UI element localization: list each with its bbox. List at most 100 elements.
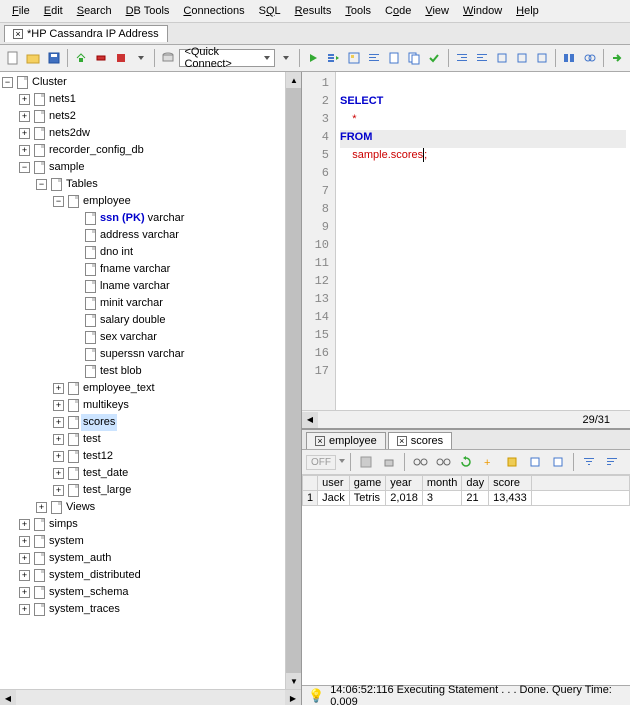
- group-icon[interactable]: [560, 48, 578, 68]
- expander-icon[interactable]: +: [19, 587, 30, 598]
- edit-row-icon[interactable]: [502, 452, 522, 472]
- tree-vscroll[interactable]: ▲ ▼: [285, 72, 301, 689]
- tree-keyspace[interactable]: system_schema: [47, 584, 130, 601]
- tree-table-employee[interactable]: employee: [81, 193, 133, 210]
- tree-keyspace[interactable]: nets1: [47, 91, 78, 108]
- tree-table[interactable]: employee_text: [81, 380, 157, 397]
- tree-column[interactable]: test blob: [98, 363, 144, 380]
- menu-help[interactable]: Help: [510, 3, 545, 19]
- expander-icon[interactable]: +: [19, 111, 30, 122]
- expander-icon[interactable]: +: [19, 570, 30, 581]
- indent-left-icon[interactable]: [452, 48, 470, 68]
- tree-column[interactable]: ssn (PK) varchar: [98, 210, 186, 227]
- editor-code[interactable]: SELECT *FROM sample.scores;: [336, 72, 630, 410]
- dropdown-icon[interactable]: [132, 48, 150, 68]
- delete-row-icon[interactable]: [525, 452, 545, 472]
- stop-icon[interactable]: [112, 48, 130, 68]
- expander-icon[interactable]: −: [19, 162, 30, 173]
- grid-header[interactable]: year: [386, 476, 423, 491]
- expander-icon[interactable]: +: [19, 553, 30, 564]
- indent-right-icon[interactable]: [473, 48, 491, 68]
- tree-hscroll[interactable]: ◀ ▶: [0, 689, 301, 705]
- t2-icon[interactable]: [513, 48, 531, 68]
- menu-file[interactable]: File: [6, 3, 36, 19]
- sort-icon[interactable]: [602, 452, 622, 472]
- grid-cell[interactable]: Tetris: [349, 491, 386, 506]
- tree-column[interactable]: dno int: [98, 244, 135, 261]
- expander-icon[interactable]: −: [36, 179, 47, 190]
- expander-icon[interactable]: +: [19, 145, 30, 156]
- grid-header[interactable]: game: [349, 476, 386, 491]
- tree-table[interactable]: test12: [81, 448, 115, 465]
- menu-code[interactable]: Code: [379, 3, 417, 19]
- tree-table[interactable]: test_large: [81, 482, 133, 499]
- expander-icon[interactable]: +: [19, 536, 30, 547]
- close-icon[interactable]: ×: [397, 436, 407, 446]
- glasses2-icon[interactable]: [433, 452, 453, 472]
- filter-icon[interactable]: [579, 452, 599, 472]
- grid-cell[interactable]: 3: [422, 491, 462, 506]
- tree-table[interactable]: test_date: [81, 465, 130, 482]
- menu-sql[interactable]: SQL: [253, 3, 287, 19]
- quick-connect-dropdown[interactable]: <Quick Connect>: [179, 49, 275, 67]
- disconnect-icon[interactable]: [92, 48, 110, 68]
- check-icon[interactable]: [425, 48, 443, 68]
- expander-icon[interactable]: +: [36, 502, 47, 513]
- page1-icon[interactable]: [385, 48, 403, 68]
- scroll-down-icon[interactable]: ▼: [286, 673, 301, 689]
- save-icon[interactable]: [44, 48, 62, 68]
- tree-keyspace[interactable]: nets2dw: [47, 125, 92, 142]
- expander-icon[interactable]: +: [53, 485, 64, 496]
- tree-tables[interactable]: Tables: [64, 176, 100, 193]
- expander-icon[interactable]: +: [53, 400, 64, 411]
- expander-icon[interactable]: +: [53, 383, 64, 394]
- refresh-icon[interactable]: [456, 452, 476, 472]
- grid-header[interactable]: day: [462, 476, 489, 491]
- menu-window[interactable]: Window: [457, 3, 508, 19]
- dropdown2-icon[interactable]: [277, 48, 295, 68]
- scroll-left-icon[interactable]: ◀: [0, 690, 16, 705]
- save-results-icon[interactable]: [356, 452, 376, 472]
- menu-search[interactable]: Search: [71, 3, 118, 19]
- tree-keyspace[interactable]: system_traces: [47, 601, 122, 618]
- open-folder-icon[interactable]: [24, 48, 42, 68]
- tree-keyspace[interactable]: system_auth: [47, 550, 113, 567]
- grid-cell[interactable]: 21: [462, 491, 489, 506]
- tree-keyspace[interactable]: system: [47, 533, 86, 550]
- link-icon[interactable]: [581, 48, 599, 68]
- result-tab-scores[interactable]: × scores: [388, 432, 452, 449]
- tree-views[interactable]: Views: [64, 499, 97, 516]
- result-tab-employee[interactable]: × employee: [306, 432, 386, 449]
- close-tab-icon[interactable]: ×: [13, 29, 23, 39]
- grid-header[interactable]: score: [489, 476, 532, 491]
- run-list-icon[interactable]: [324, 48, 342, 68]
- menu-edit[interactable]: Edit: [38, 3, 69, 19]
- tree-column[interactable]: fname varchar: [98, 261, 172, 278]
- menu-results[interactable]: Results: [289, 3, 338, 19]
- tree-column[interactable]: superssn varchar: [98, 346, 186, 363]
- expander-icon[interactable]: −: [2, 77, 13, 88]
- expander-icon[interactable]: +: [53, 417, 64, 428]
- grid-header[interactable]: month: [422, 476, 462, 491]
- grid-header[interactable]: user: [318, 476, 350, 491]
- t3-icon[interactable]: [533, 48, 551, 68]
- results-grid[interactable]: usergameyearmonthdayscore1JackTetris2,01…: [302, 475, 630, 685]
- tree-table[interactable]: test: [81, 431, 103, 448]
- database-icon[interactable]: [159, 48, 177, 68]
- tree-table[interactable]: multikeys: [81, 397, 131, 414]
- tree-column[interactable]: sex varchar: [98, 329, 159, 346]
- expander-icon[interactable]: +: [53, 468, 64, 479]
- grid-cell[interactable]: Jack: [318, 491, 350, 506]
- go-icon[interactable]: [608, 48, 626, 68]
- tree-keyspace[interactable]: simps: [47, 516, 80, 533]
- page2-icon[interactable]: [405, 48, 423, 68]
- grid-cell[interactable]: 13,433: [489, 491, 532, 506]
- run-icon[interactable]: [304, 48, 322, 68]
- tree-keyspace[interactable]: system_distributed: [47, 567, 143, 584]
- schema-tree[interactable]: −Cluster+nets1+nets2+nets2dw+recorder_co…: [0, 72, 285, 689]
- tree-column[interactable]: address varchar: [98, 227, 181, 244]
- tree-keyspace[interactable]: recorder_config_db: [47, 142, 146, 159]
- tree-cluster[interactable]: Cluster: [30, 74, 69, 91]
- tree-table[interactable]: scores: [81, 414, 117, 431]
- grid-rownum[interactable]: 1: [303, 491, 318, 506]
